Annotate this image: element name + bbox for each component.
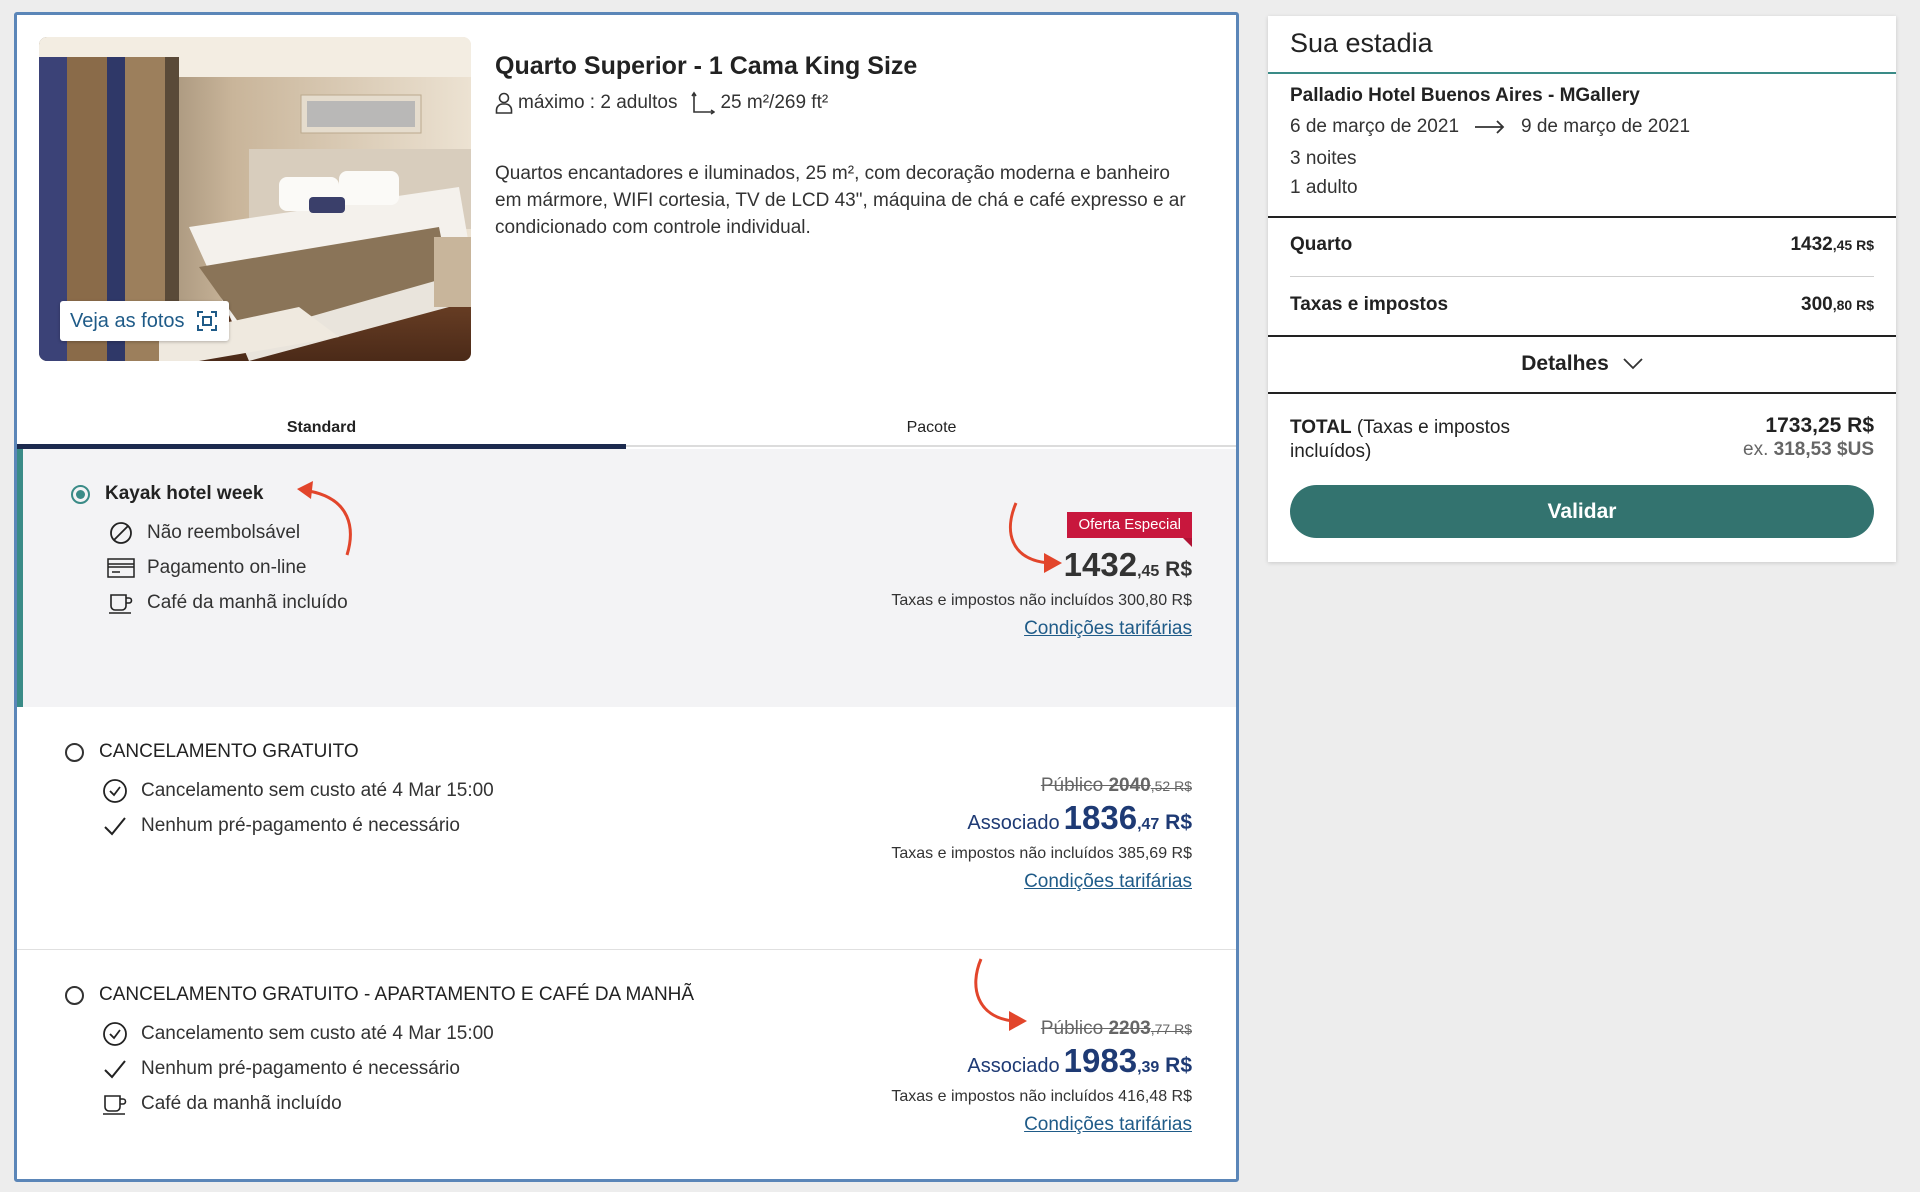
total-value: 1733,25 R$ [1765, 414, 1874, 437]
divider [1290, 276, 1874, 277]
feature-item: Pagamento on-line [107, 555, 307, 581]
summary-title: Sua estadia [1290, 28, 1433, 58]
tab-standard[interactable]: Standard [17, 403, 626, 449]
nights-count: 3 noites [1290, 148, 1357, 169]
room-price-value: 1432,45 R$ [1790, 234, 1874, 255]
rate-name: CANCELAMENTO GRATUITO - APARTAMENTO E CA… [99, 984, 695, 1005]
clock-check-icon [101, 778, 129, 804]
rate-option-free-cancellation[interactable]: CANCELAMENTO GRATUITO Cancelamento sem c… [17, 707, 1236, 950]
tax-value: 300,80 R$ [1801, 294, 1874, 315]
validate-button[interactable]: Validar [1290, 485, 1874, 538]
hotel-name: Palladio Hotel Buenos Aires - MGallery [1290, 85, 1640, 106]
rate-option-kayak[interactable]: Kayak hotel week Não reembolsável Pagame… [17, 449, 1236, 707]
tax-note: Taxas e impostos não incluídos 416,48 R$ [891, 1088, 1192, 1105]
chevron-down-icon [1623, 352, 1643, 376]
feature-text: Cancelamento sem custo até 4 Mar 15:00 [141, 1023, 494, 1044]
view-photos-label: Veja as fotos [70, 309, 185, 332]
room-size-icon [691, 91, 716, 115]
rate-radio[interactable] [65, 743, 84, 762]
checkout-date: 9 de março de 2021 [1521, 116, 1691, 137]
person-icon [495, 92, 513, 114]
rate-conditions-link[interactable]: Condições tarifárias [1024, 618, 1192, 639]
coffee-cup-icon [107, 590, 135, 616]
guests-count: 1 adulto [1290, 177, 1358, 198]
divider [1268, 335, 1896, 337]
public-price: Público 2040,52 R$ [1040, 775, 1192, 796]
divider [1268, 392, 1896, 394]
room-title: Quarto Superior - 1 Cama King Size [495, 52, 918, 80]
public-price: Público 2203,77 R$ [1040, 1018, 1192, 1039]
arrow-right-icon [1475, 120, 1505, 134]
room-price-label: Quarto [1290, 234, 1353, 255]
feature-item: Cancelamento sem custo até 4 Mar 15:00 [101, 1021, 494, 1047]
feature-item: Café da manhã incluído [101, 1091, 342, 1117]
feature-text: Cancelamento sem custo até 4 Mar 15:00 [141, 780, 494, 801]
divider [1268, 72, 1896, 74]
details-label: Detalhes [1521, 352, 1609, 375]
no-refund-icon [107, 520, 135, 546]
tab-pacote[interactable]: Pacote [627, 403, 1236, 447]
checkmark-icon [101, 1056, 129, 1082]
divider [1268, 216, 1896, 218]
feature-text: Não reembolsável [147, 522, 301, 543]
rate-price: 1432,45 R$ [1063, 546, 1192, 583]
stay-summary: Sua estadia Palladio Hotel Buenos Aires … [1268, 16, 1896, 562]
feature-text: Café da manhã incluído [141, 1093, 342, 1114]
room-card: Veja as fotos Quarto Superior - 1 Cama K… [14, 12, 1239, 1182]
price-block: Público 2040,52 R$ Associado 1836,47 R$ T… [891, 775, 1192, 893]
checkin-date: 6 de março de 2021 [1290, 116, 1460, 137]
price-block: Oferta Especial 1432,45 R$ Taxas e impos… [891, 512, 1192, 640]
tax-note: Taxas e impostos não incluídos 300,80 R$ [891, 592, 1192, 609]
view-photos-button[interactable]: Veja as fotos [60, 301, 229, 341]
credit-card-icon [107, 555, 135, 581]
room-photo[interactable]: Veja as fotos [39, 37, 471, 361]
rate-conditions-link[interactable]: Condições tarifárias [1024, 871, 1192, 892]
feature-item: Cancelamento sem custo até 4 Mar 15:00 [101, 778, 494, 804]
room-description: Quartos encantadores e iluminados, 25 m²… [495, 163, 1186, 238]
associate-price: Associado 1983,39 R$ [967, 1042, 1192, 1079]
rate-tabs: Standard Pacote [17, 403, 1236, 449]
room-meta: máximo : 2 adultos 25 m²/269 ft² [495, 91, 828, 115]
clock-check-icon [101, 1021, 129, 1047]
rate-radio-selected[interactable] [71, 485, 90, 504]
total-usd-value: ex. 318,53 $US [1743, 439, 1874, 460]
expand-photos-icon [195, 309, 219, 333]
feature-text: Nenhum pré-pagamento é necessário [141, 1058, 460, 1079]
feature-item: Não reembolsável [107, 520, 300, 546]
feature-item: Nenhum pré-pagamento é necessário [101, 1056, 460, 1082]
feature-text: Nenhum pré-pagamento é necessário [141, 815, 460, 836]
special-offer-badge: Oferta Especial [1067, 512, 1192, 547]
room-capacity: máximo : 2 adultos [518, 92, 678, 113]
total-label: TOTAL (Taxas e impostos incluídos) [1290, 417, 1510, 462]
feature-text: Café da manhã incluído [147, 592, 348, 613]
feature-item: Nenhum pré-pagamento é necessário [101, 813, 460, 839]
tax-note: Taxas e impostos não incluídos 385,69 R$ [891, 845, 1192, 862]
room-size: 25 m²/269 ft² [720, 92, 829, 113]
feature-item: Café da manhã incluído [107, 590, 348, 616]
rate-name: Kayak hotel week [105, 483, 264, 504]
rate-option-free-cancellation-breakfast[interactable]: CANCELAMENTO GRATUITO - APARTAMENTO E CA… [17, 950, 1236, 1179]
associate-price: Associado 1836,47 R$ [967, 799, 1192, 836]
price-block: Público 2203,77 R$ Associado 1983,39 R$ T… [891, 1018, 1192, 1136]
details-toggle[interactable]: Detalhes [1268, 352, 1896, 376]
rate-name: CANCELAMENTO GRATUITO [99, 741, 359, 762]
coffee-cup-icon [101, 1091, 129, 1117]
stay-dates: 6 de março de 2021 9 de março de 2021 [1290, 116, 1690, 138]
checkmark-icon [101, 813, 129, 839]
feature-text: Pagamento on-line [147, 557, 307, 578]
tax-label: Taxas e impostos [1290, 294, 1449, 315]
rate-radio[interactable] [65, 986, 84, 1005]
rate-conditions-link[interactable]: Condições tarifárias [1024, 1114, 1192, 1135]
